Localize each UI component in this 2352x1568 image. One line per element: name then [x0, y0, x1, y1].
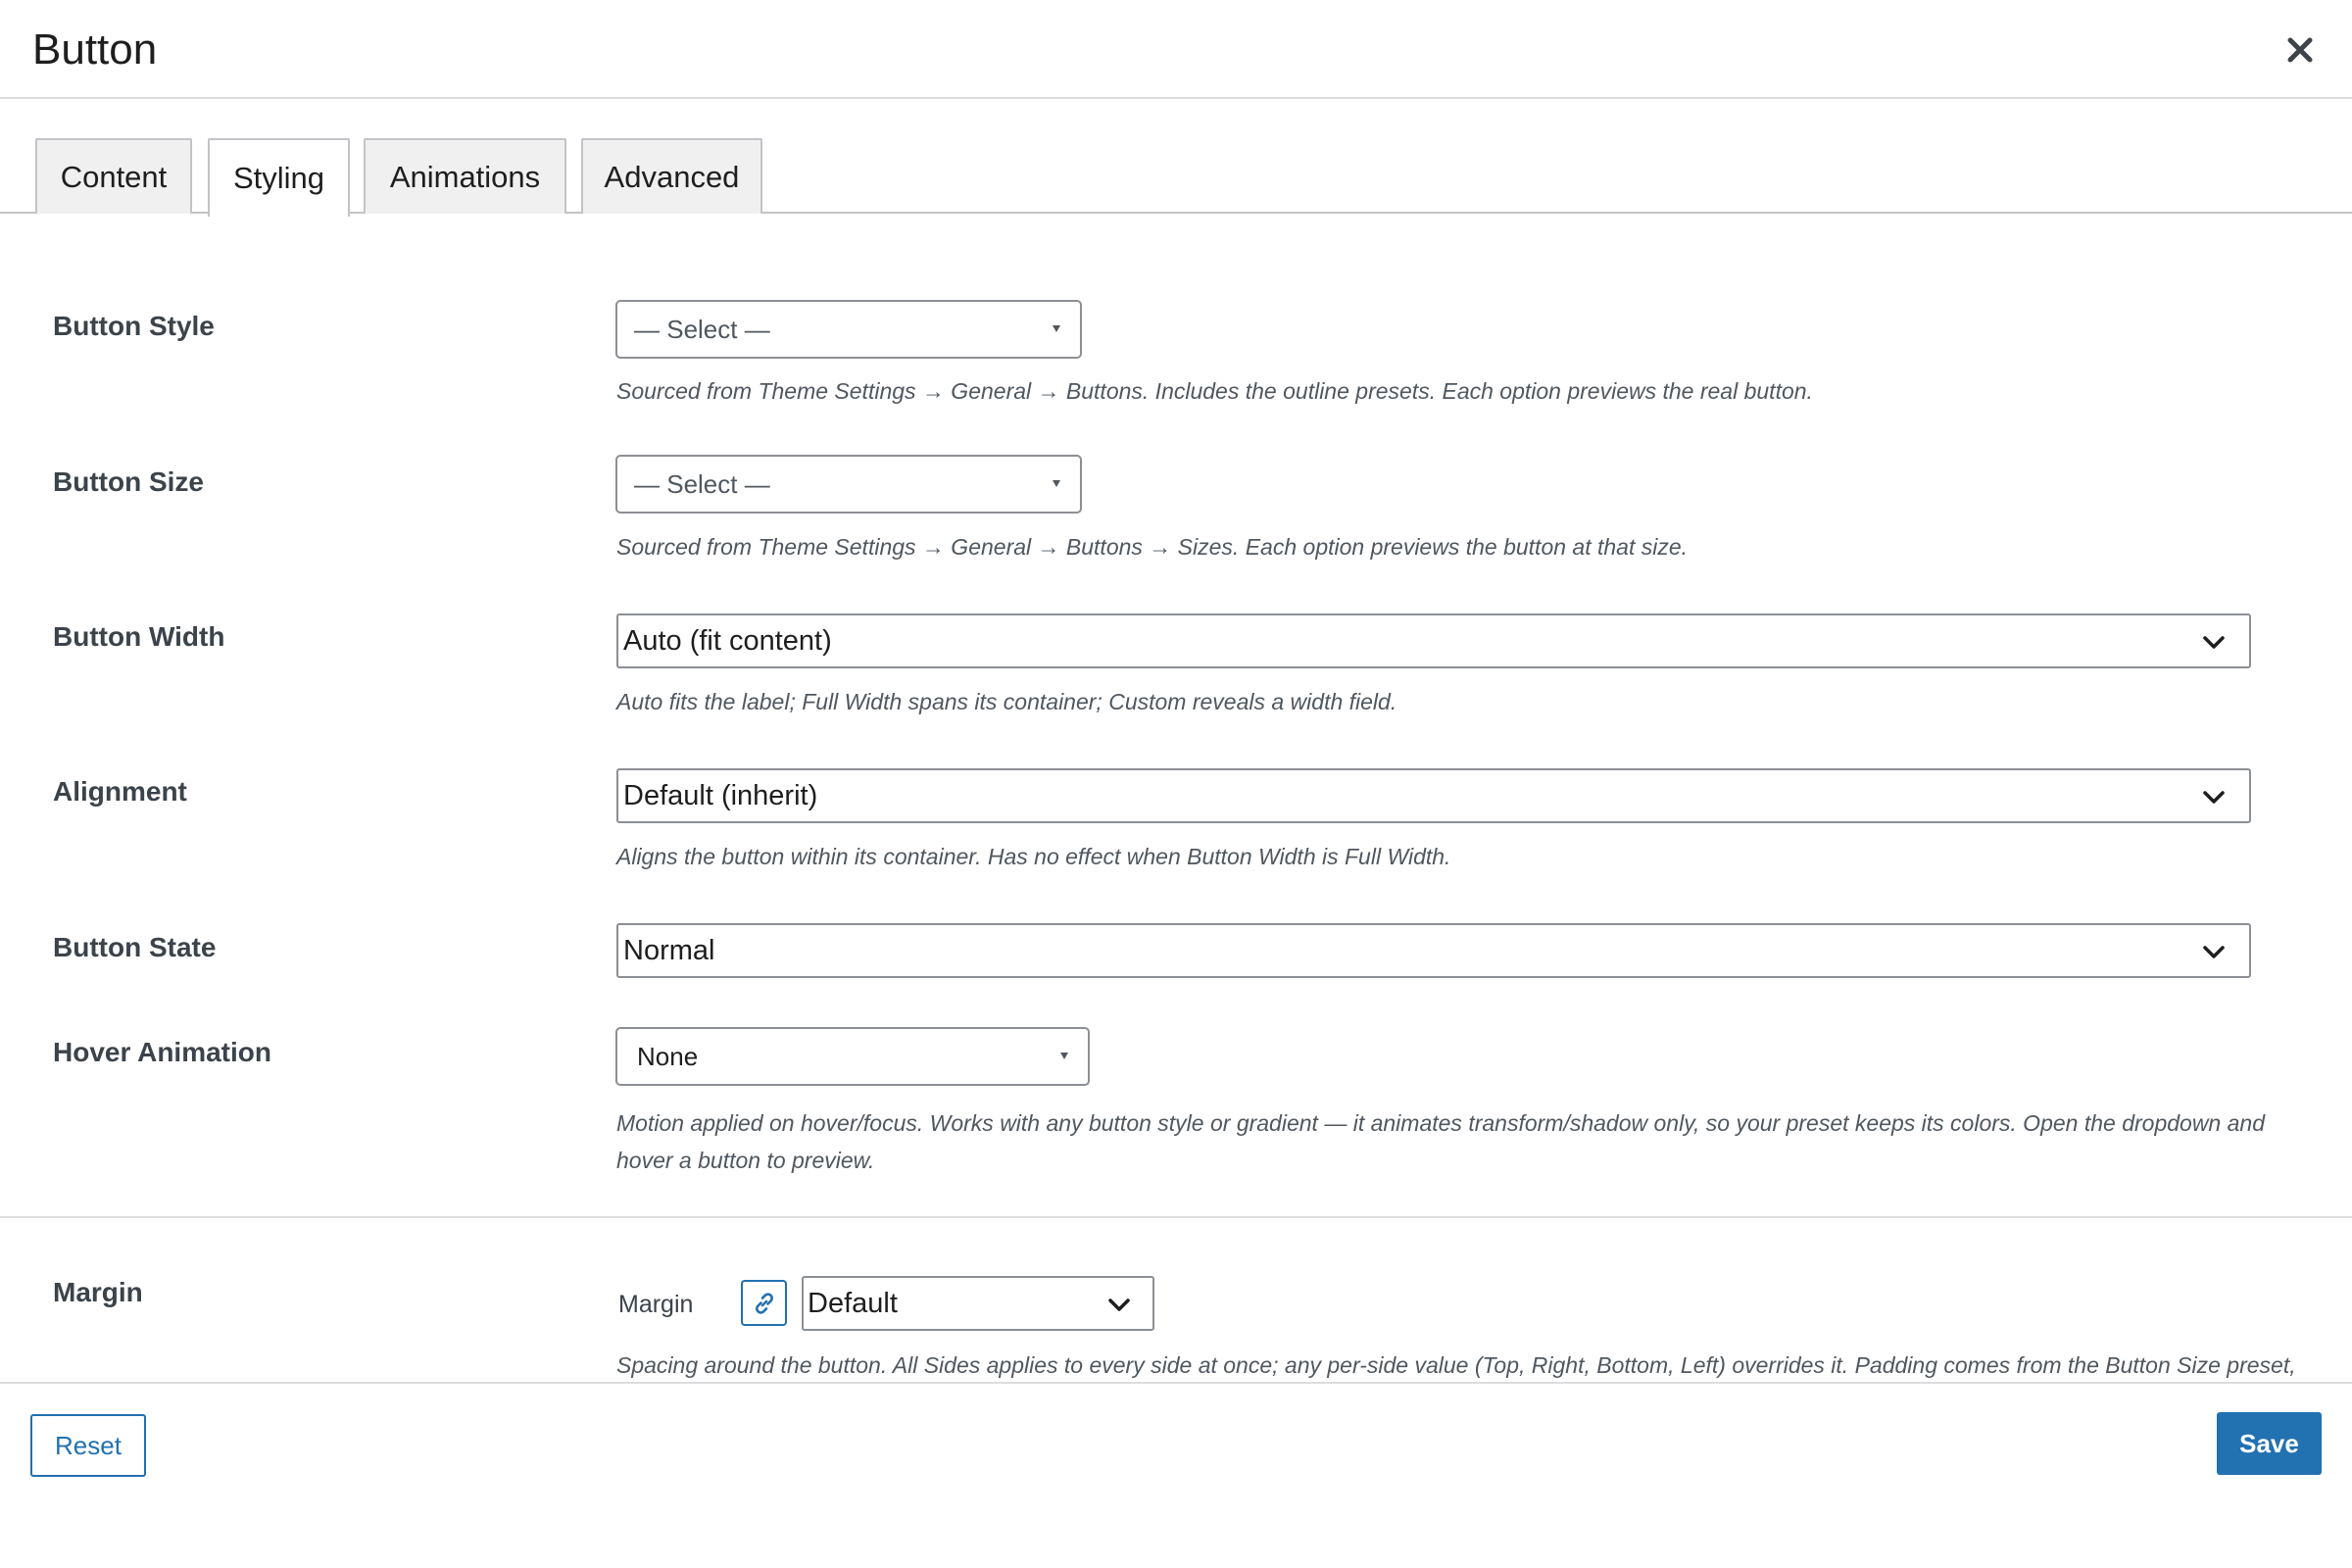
- button-width-help: Auto fits the label; Full Width spans it…: [616, 689, 1397, 714]
- hover-animation-help: Motion applied on hover/focus. Works wit…: [616, 1110, 2265, 1173]
- dialog-title: Button: [32, 25, 158, 74]
- button-width-label: Button Width: [53, 621, 225, 652]
- hover-animation-value: None: [637, 1041, 699, 1071]
- button-state-value: Normal: [623, 934, 715, 966]
- button-style-help: Sourced from Theme Settings → General → …: [616, 378, 1813, 404]
- button-size-select[interactable]: — Select —: [615, 455, 1082, 514]
- button-style-select[interactable]: — Select —: [615, 300, 1082, 359]
- save-button[interactable]: Save: [2217, 1412, 2322, 1475]
- margin-select[interactable]: Default: [802, 1276, 1154, 1331]
- tab-content[interactable]: Content: [35, 138, 192, 214]
- chevron-down-icon: [2200, 784, 2228, 811]
- link-sides-button[interactable]: [741, 1280, 787, 1326]
- alignment-label: Alignment: [53, 776, 187, 807]
- button-style-value: — Select —: [634, 314, 770, 344]
- dialog-footer: Reset Save: [0, 1382, 2352, 1568]
- tab-advanced[interactable]: Advanced: [581, 138, 762, 214]
- hover-animation-label: Hover Animation: [53, 1037, 271, 1067]
- button-size-value: — Select —: [634, 468, 770, 499]
- dialog-header: Button: [0, 0, 2352, 99]
- button-size-label: Button Size: [53, 466, 204, 497]
- button-width-value: Auto (fit content): [623, 624, 832, 657]
- alignment-value: Default (inherit): [623, 779, 818, 811]
- close-icon: [2287, 37, 2313, 63]
- reset-button[interactable]: Reset: [30, 1414, 146, 1477]
- tab-styling[interactable]: Styling: [208, 138, 350, 217]
- button-width-select[interactable]: Auto (fit content): [616, 613, 2251, 668]
- margin-help: Spacing around the button. All Sides app…: [616, 1352, 2296, 1378]
- section-divider: [0, 1216, 2352, 1218]
- link-icon: [755, 1292, 773, 1314]
- hover-animation-select[interactable]: None: [615, 1027, 1090, 1086]
- alignment-select[interactable]: Default (inherit): [616, 768, 2251, 823]
- button-size-help: Sourced from Theme Settings → General → …: [616, 534, 1689, 560]
- tab-animations[interactable]: Animations: [364, 138, 566, 214]
- margin-value: Default: [808, 1287, 898, 1319]
- close-button[interactable]: [2279, 29, 2321, 71]
- margin-sublabel: Margin: [618, 1291, 694, 1318]
- chevron-down-icon: [2200, 939, 2228, 966]
- alignment-help: Aligns the button within its container. …: [616, 844, 1451, 869]
- chevron-down-icon: [2200, 629, 2228, 657]
- button-style-label: Button Style: [53, 311, 215, 341]
- button-state-select[interactable]: Normal: [616, 923, 2251, 978]
- button-state-label: Button State: [53, 932, 217, 962]
- tab-bar: Content Styling Animations Advanced: [0, 99, 2352, 217]
- caret-down-icon: [1060, 1053, 1068, 1059]
- chevron-down-icon: [1105, 1292, 1133, 1319]
- margin-label: Margin: [53, 1277, 143, 1307]
- styling-panel: Button Style — Select — Sourced from The…: [0, 214, 2352, 1382]
- caret-down-icon: [1053, 480, 1060, 487]
- caret-down-icon: [1053, 325, 1060, 332]
